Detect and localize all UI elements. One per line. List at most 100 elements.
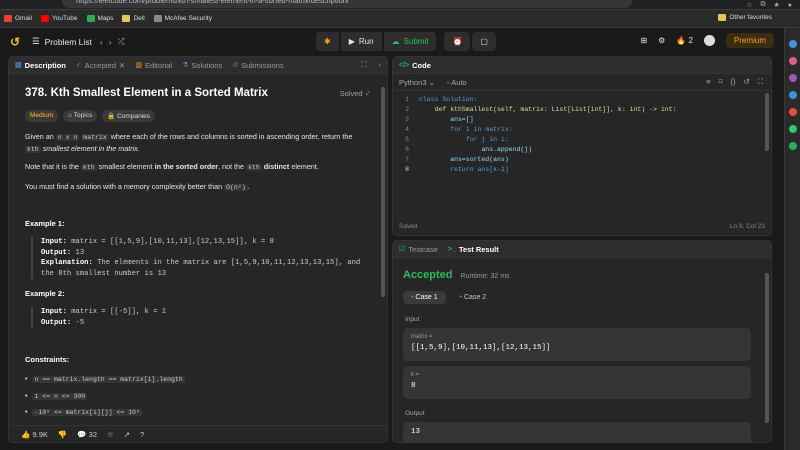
document-icon: ▤ xyxy=(15,62,22,69)
bookmark-maps[interactable]: Maps xyxy=(86,15,113,22)
shuffle-icon[interactable]: ⤮ xyxy=(118,36,125,47)
output-label: Output xyxy=(405,410,425,417)
input-label: Input xyxy=(405,316,420,323)
play-icon: ▶ xyxy=(348,37,355,46)
bookmark-icon[interactable]: ⌑ xyxy=(719,77,723,87)
fullscreen-icon[interactable]: ⛶ xyxy=(758,77,763,87)
check-circle-icon: ✓ xyxy=(364,89,371,98)
star-icon[interactable]: ☆ xyxy=(746,1,752,9)
leetcode-navbar: ↺ ☰ Problem List ‹ › ⤮ ✱ ▶ Run ☁ Submit ⏰ … xyxy=(0,28,784,55)
close-icon[interactable]: ✕ xyxy=(119,61,125,70)
case-2-tab[interactable]: • Case 2 xyxy=(452,291,495,304)
like-button[interactable]: 👍 9.9K xyxy=(21,430,48,439)
bookmarks-bar: Gmail YouTube Maps Dell McAfee Security … xyxy=(0,10,800,28)
reset-icon[interactable]: ↺ xyxy=(743,77,749,87)
bookmark-other-favorites[interactable]: Other favorites xyxy=(718,14,772,21)
next-problem-icon[interactable]: › xyxy=(109,37,112,47)
code-panel: </> Code Python3 ⌄ ▫ Auto ≡ ⌑ {} ↺ ⛶ 1 cla… xyxy=(392,56,772,236)
bookmark-gmail[interactable]: Gmail xyxy=(4,15,32,22)
dislike-icon[interactable]: 👎 xyxy=(58,430,67,439)
tab-submissions[interactable]: ↺ Submissions xyxy=(232,61,283,70)
streak-badge[interactable]: 🔥 2 xyxy=(676,36,693,45)
tab-description[interactable]: ▤ Description xyxy=(15,61,66,70)
submit-button[interactable]: ☁ Submit xyxy=(383,32,437,51)
lock-icon: 🔒 xyxy=(107,113,116,120)
nav-right-group: ⊞ ⚙ 🔥 2 Premium xyxy=(640,33,774,48)
bookmark-youtube[interactable]: YouTube xyxy=(40,15,78,22)
comments-button[interactable]: 💬 32 xyxy=(77,430,97,439)
tab-code[interactable]: </> Code xyxy=(399,61,431,70)
games-icon[interactable] xyxy=(788,91,797,99)
tab-solutions[interactable]: ⚗ Solutions xyxy=(182,61,222,70)
difficulty-badge: Medium xyxy=(25,110,59,122)
leetcode-logo-icon[interactable]: ↺ xyxy=(10,35,24,49)
shopping-icon[interactable] xyxy=(788,57,797,65)
problem-title: 378. Kth Smallest Element in a Sorted Ma… xyxy=(25,87,268,99)
description-scrollbar[interactable] xyxy=(381,87,385,297)
editor-toolbar: Python3 ⌄ ▫ Auto ≡ ⌑ {} ↺ ⛶ xyxy=(393,74,771,91)
topics-tag[interactable]: ⌂ Topics xyxy=(63,110,98,122)
code-tabbar: </> Code xyxy=(393,57,771,74)
companies-tag[interactable]: 🔒 Companies xyxy=(102,110,155,122)
expand-icon[interactable]: ⛶ xyxy=(362,60,367,70)
lock-icon: ▫ xyxy=(446,77,450,87)
avatar[interactable] xyxy=(703,35,715,46)
drop-icon[interactable] xyxy=(788,142,797,150)
gmail-icon xyxy=(4,15,12,22)
tab-test-result[interactable]: >_ Test Result xyxy=(448,245,499,254)
result-scrollbar[interactable] xyxy=(765,273,769,423)
outlook-icon[interactable] xyxy=(788,125,797,133)
help-icon[interactable]: ? xyxy=(140,430,144,439)
browser-toolbar-icons: ☆ ⧉ ★ ● xyxy=(746,0,792,10)
profile-icon[interactable]: ● xyxy=(788,2,792,9)
constraints-heading: Constraints: xyxy=(25,355,70,364)
result-tabbar: ☑ Testcase >_ Test Result xyxy=(393,241,771,258)
accepted-status: Accepted xyxy=(403,269,453,281)
result-status: Accepted Runtime: 32 ms xyxy=(403,269,510,281)
run-button[interactable]: ▶ Run xyxy=(340,32,382,51)
extensions-icon[interactable]: ⧉ xyxy=(760,1,765,9)
debug-icon[interactable]: ✱ xyxy=(316,32,339,51)
auto-toggle[interactable]: ▫ Auto xyxy=(447,78,467,87)
favorite-star-icon[interactable]: ☆ xyxy=(107,430,114,439)
notes-icon[interactable]: ▢ xyxy=(472,32,496,51)
favorites-icon[interactable]: ★ xyxy=(773,1,779,9)
tag-icon: ⌂ xyxy=(68,112,73,119)
tab-editorial[interactable]: ▥ Editorial xyxy=(135,61,172,70)
code-editor[interactable]: 1 class Solution: 2 def kthSmallest(self,… xyxy=(393,91,771,175)
collapse-icon[interactable]: ‹ xyxy=(379,60,382,69)
bookmark-mcafee[interactable]: McAfee Security xyxy=(153,15,212,22)
case-1-tab[interactable]: • Case 1 xyxy=(403,291,446,304)
check-icon: ✓ xyxy=(75,62,82,69)
office-icon[interactable] xyxy=(788,108,797,116)
layout-icon[interactable]: ⊞ xyxy=(640,36,647,45)
timer-icon[interactable]: ⏰ xyxy=(444,32,471,51)
result-panel: ☑ Testcase >_ Test Result Accepted Runtime… xyxy=(392,240,772,443)
editor-scrollbar[interactable] xyxy=(765,93,769,151)
format-icon[interactable]: ≡ xyxy=(706,77,710,87)
example-1-block: Input: matrix = [[1,5,9],[10,11,13],[12,… xyxy=(31,237,367,279)
braces-icon[interactable]: {} xyxy=(730,77,735,87)
constraint-item: • 1 <= n <= 300 xyxy=(25,393,88,400)
prev-problem-icon[interactable]: ‹ xyxy=(100,37,103,47)
k-input-box: k = 8 xyxy=(403,366,751,399)
share-icon[interactable]: ↗ xyxy=(124,430,130,439)
tools-icon[interactable] xyxy=(788,74,797,82)
example-2-heading: Example 2: xyxy=(25,289,65,298)
comment-icon: 💬 xyxy=(77,429,87,439)
example-2-block: Input: matrix = [[-5]], k = 1 Output: -5 xyxy=(31,307,367,328)
tab-accepted[interactable]: ✓ Accepted ✕ xyxy=(76,61,125,70)
search-icon[interactable] xyxy=(788,40,797,48)
premium-button[interactable]: Premium xyxy=(725,33,774,48)
run-submit-group: ✱ ▶ Run ☁ Submit ⏰ ▢ xyxy=(316,32,496,51)
constraint-item: • n == matrix.length == matrix[i].length xyxy=(25,376,185,383)
settings-icon[interactable]: ⚙ xyxy=(658,36,665,45)
language-select[interactable]: Python3 ⌄ xyxy=(399,78,435,87)
tab-testcase[interactable]: ☑ Testcase xyxy=(399,245,438,254)
editor-actions: ≡ ⌑ {} ↺ ⛶ xyxy=(706,77,763,87)
case-tabs: • Case 1 • Case 2 xyxy=(403,291,494,304)
problem-list-link[interactable]: ☰ Problem List xyxy=(32,36,92,47)
address-bar[interactable]: https://leetcode.com/problems/kth-smalle… xyxy=(62,0,632,8)
output-box: 13 xyxy=(403,422,751,442)
bookmark-dell[interactable]: Dell xyxy=(122,15,145,22)
